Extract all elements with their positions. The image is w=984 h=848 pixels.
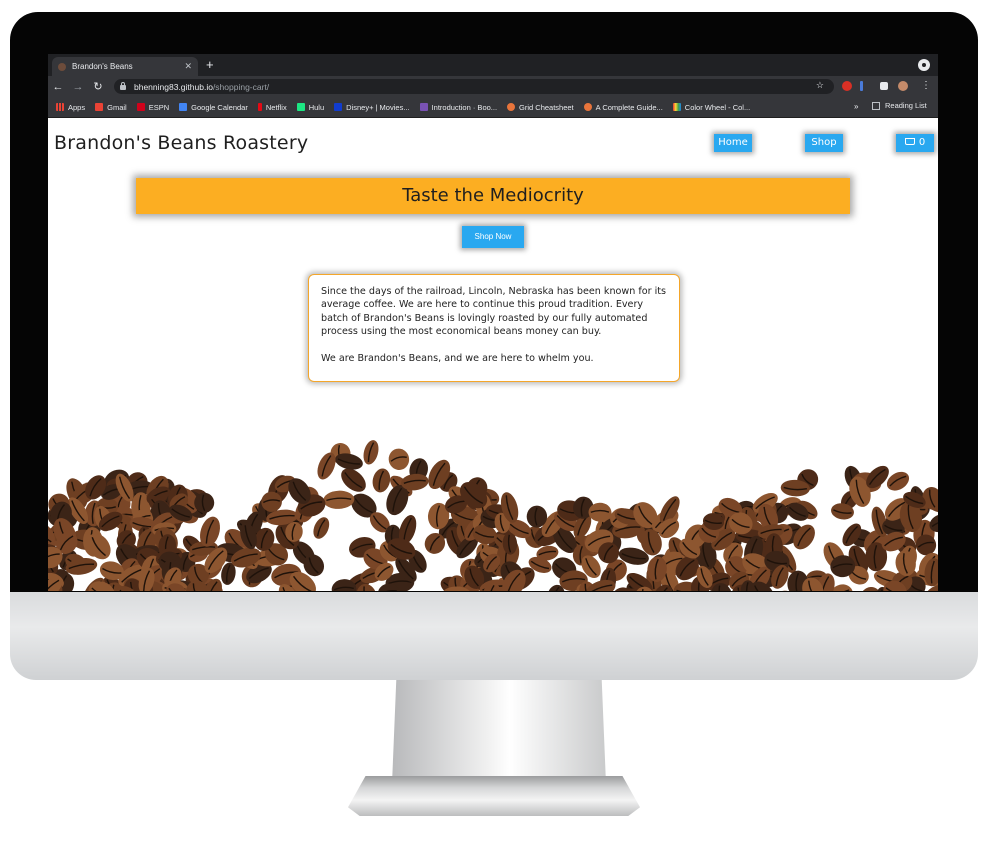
extension-icon[interactable]	[860, 81, 863, 91]
bookmark-complete-guide[interactable]: A Complete Guide...	[583, 103, 663, 112]
bookmark-apps[interactable]: Apps	[56, 103, 85, 112]
address-bar[interactable]: bhenning83.github.io/shopping-cart/ ☆	[114, 79, 834, 94]
favicon-icon	[58, 62, 66, 71]
asterisk-icon	[507, 103, 516, 111]
monitor-stand	[392, 680, 606, 784]
web-page: Brandon's Beans Roastery Home Shop 0 Tas…	[48, 118, 938, 591]
site-brand[interactable]: Brandon's Beans Roastery	[54, 132, 308, 154]
star-icon[interactable]: ☆	[816, 80, 824, 91]
gmail-icon	[95, 103, 104, 111]
puzzle-icon[interactable]	[880, 82, 888, 90]
nav-shop-button[interactable]: Shop	[805, 134, 843, 152]
hulu-icon	[296, 103, 305, 111]
bookmark-espn[interactable]: ESPN	[136, 103, 169, 112]
back-icon[interactable]: ←	[48, 81, 68, 93]
reload-icon[interactable]: ↻	[88, 80, 108, 93]
cart-icon	[904, 138, 915, 145]
apps-grid-icon	[56, 103, 64, 111]
about-tagline: We are Brandon's Beans, and we are here …	[321, 352, 594, 364]
bookmarks-overflow-icon[interactable]: »	[854, 102, 858, 111]
browser-toolbar: ← → ↻ bhenning83.github.io/shopping-cart…	[48, 76, 938, 97]
avatar[interactable]	[898, 81, 908, 91]
browser-tab[interactable]: Brandon's Beans ✕	[52, 57, 198, 76]
disney-icon	[334, 103, 343, 111]
shop-now-button[interactable]: Shop Now	[462, 226, 524, 248]
bookmark-grid-cheatsheet[interactable]: Grid Cheatsheet	[507, 103, 574, 112]
cart-button[interactable]: 0	[896, 134, 934, 152]
tab-strip: Brandon's Beans ✕ +	[48, 54, 938, 76]
menu-icon[interactable]: ⋮	[916, 80, 936, 91]
calendar-icon	[179, 103, 188, 111]
bookmark-color-wheel[interactable]: Color Wheel - Col...	[672, 103, 750, 112]
reading-list-icon	[872, 101, 880, 110]
bookmarks-bar: Apps Gmail ESPN Google Calendar Netflix …	[48, 97, 938, 118]
color-wheel-icon	[672, 103, 681, 111]
bookmark-google-calendar[interactable]: Google Calendar	[179, 103, 248, 112]
nav-home-button[interactable]: Home	[714, 134, 752, 152]
monitor-chin	[10, 592, 978, 680]
url-path: /shopping-cart/	[212, 81, 270, 92]
forward-icon[interactable]: →	[68, 81, 88, 93]
bookmark-netflix[interactable]: Netflix	[257, 103, 287, 112]
bookmark-bootstrap[interactable]: Introduction · Boo...	[419, 103, 497, 112]
screen: Brandon's Beans ✕ + ← → ↻ bhenning83.git…	[48, 54, 938, 591]
bookmark-disney[interactable]: Disney+ | Movies...	[334, 103, 410, 112]
about-paragraph: Since the days of the railroad, Lincoln,…	[321, 286, 667, 338]
close-icon[interactable]: ✕	[184, 61, 192, 72]
extension-icon[interactable]	[842, 81, 852, 91]
coffee-beans-image	[48, 440, 938, 591]
cart-count: 0	[918, 137, 926, 148]
lock-icon	[120, 82, 126, 90]
url-host: bhenning83.github.io	[134, 81, 213, 92]
bookmark-gmail[interactable]: Gmail	[95, 103, 127, 112]
hero-banner: Taste the Mediocrity	[136, 178, 850, 214]
monitor-stand-base	[348, 776, 640, 816]
about-card: Since the days of the railroad, Lincoln,…	[308, 274, 680, 382]
espn-icon	[136, 103, 145, 111]
tab-title: Brandon's Beans	[72, 62, 133, 71]
asterisk-icon	[583, 103, 592, 111]
profile-icon[interactable]	[918, 59, 930, 71]
netflix-icon	[257, 103, 262, 111]
new-tab-button[interactable]: +	[206, 57, 214, 73]
bookmark-hulu[interactable]: Hulu	[296, 103, 324, 112]
reading-list[interactable]: Reading List	[872, 101, 927, 110]
bootstrap-icon	[419, 103, 428, 111]
